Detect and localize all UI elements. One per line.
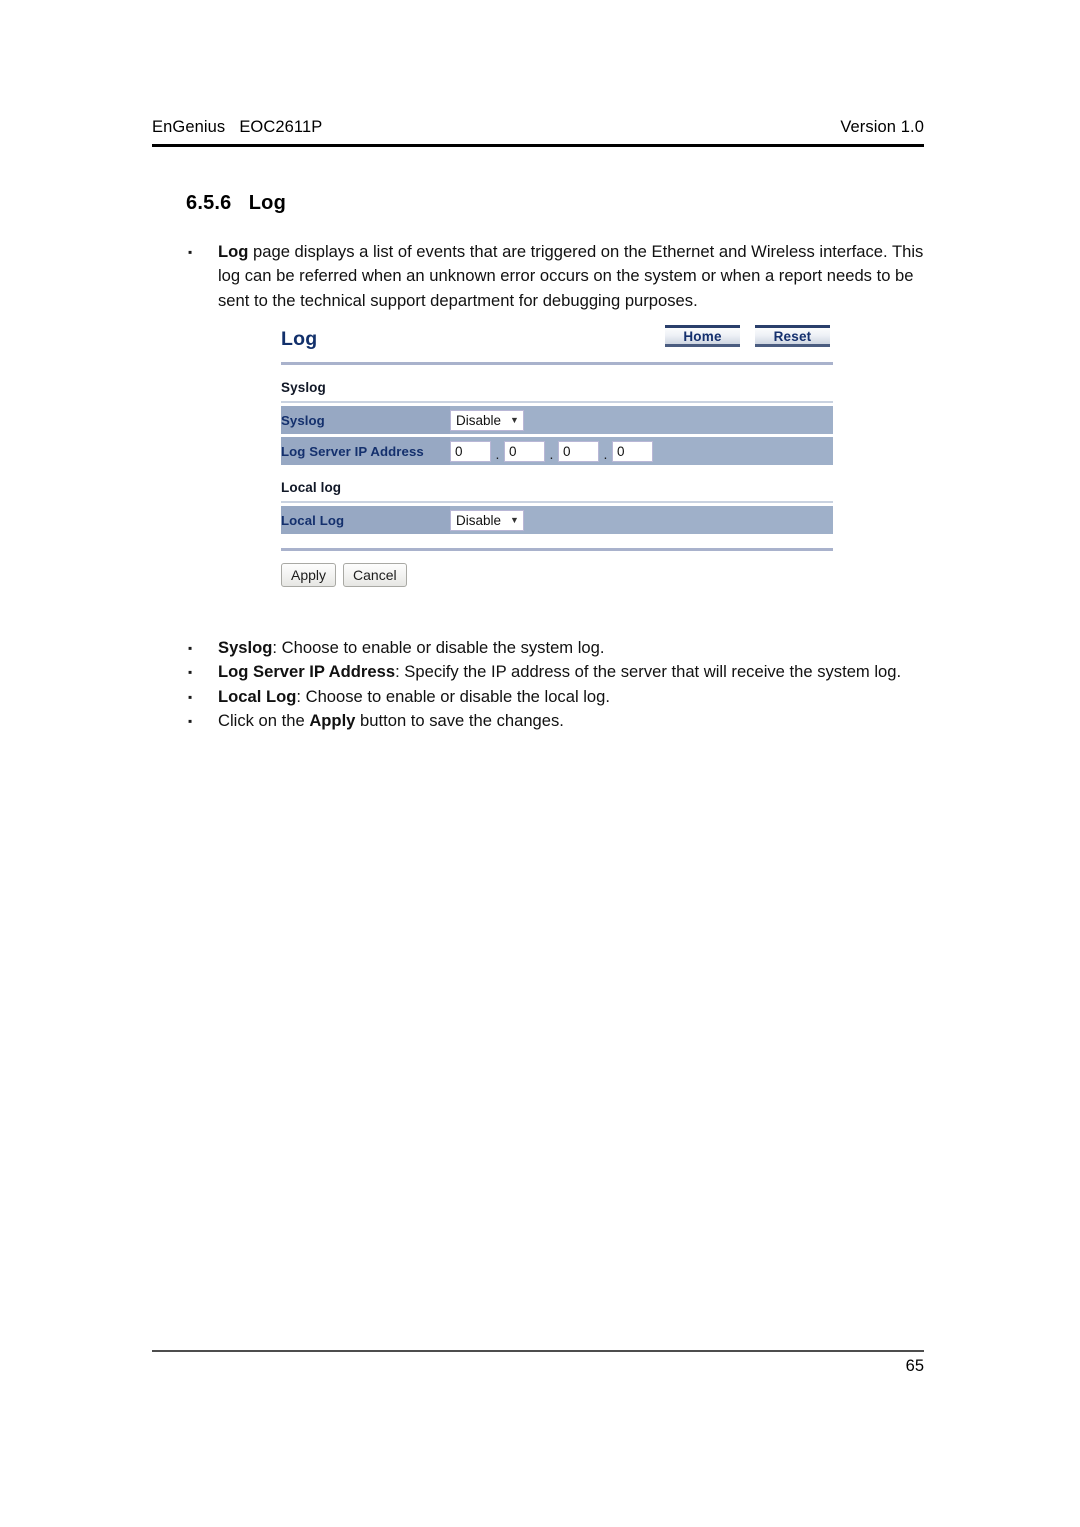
row-label-log-server-ip: Log Server IP Address <box>281 437 450 465</box>
home-button[interactable]: Home <box>665 325 740 347</box>
footer-divider <box>152 1350 924 1352</box>
group-title-local-log: Local log <box>281 480 342 495</box>
ip-octet-4-input[interactable]: 0 <box>612 440 653 462</box>
note-log-server-ip-desc: : Specify the IP address of the server t… <box>395 662 902 682</box>
ip-separator-3: . <box>603 446 608 462</box>
local-log-select[interactable]: Disable ▼ <box>450 509 524 531</box>
intro-paragraph: Log page displays a list of events that … <box>218 240 936 313</box>
syslog-select[interactable]: Disable ▼ <box>450 409 524 431</box>
row-value-syslog: Disable ▼ <box>450 406 833 434</box>
table-row: Local Log Disable ▼ <box>281 506 833 534</box>
apply-button[interactable]: Apply <box>281 563 337 587</box>
list-item: ▪ Log page displays a list of events tha… <box>188 240 936 313</box>
row-label-local-log: Local Log <box>281 506 450 534</box>
bullet-square-icon: ▪ <box>188 713 193 728</box>
ip-octet-3-input[interactable]: 0 <box>558 440 599 462</box>
document-page: EnGenius EOC2611P Version 1.0 6.5.6 Log … <box>0 0 1080 1527</box>
page-number: 65 <box>905 1357 924 1375</box>
note-apply-pre: Click on the <box>218 710 310 730</box>
bullet-square-icon: ▪ <box>188 665 193 680</box>
chevron-down-icon: ▼ <box>510 414 519 425</box>
note-apply-term: Apply <box>309 710 356 730</box>
note-apply: Click on the Apply button to save the ch… <box>218 709 936 733</box>
header-version: Version 1.0 <box>840 118 924 136</box>
ui-panel-title: Log <box>281 328 318 350</box>
ip-separator-2: . <box>549 446 554 462</box>
device-ui-screenshot: Log Home Reset Syslog Syslog Disable ▼ L… <box>281 325 833 587</box>
syslog-settings-table: Syslog Disable ▼ Log Server IP Address 0… <box>281 406 833 465</box>
row-label-syslog: Syslog <box>281 406 450 434</box>
note-local-log-desc: : Choose to enable or disable the local … <box>296 686 611 706</box>
row-value-local-log: Disable ▼ <box>450 506 833 534</box>
list-item: ▪ Syslog: Choose to enable or disable th… <box>188 636 936 660</box>
syslog-select-value: Disable <box>456 412 502 428</box>
running-header: EnGenius EOC2611P Version 1.0 <box>152 118 924 137</box>
note-syslog: Syslog: Choose to enable or disable the … <box>218 636 936 660</box>
form-footer-divider <box>281 548 833 551</box>
section-heading: 6.5.6 Log <box>186 192 287 214</box>
list-item: ▪ Log Server IP Address: Specify the IP … <box>188 660 936 684</box>
header-product: EnGenius EOC2611P <box>152 118 323 136</box>
note-syslog-desc: : Choose to enable or disable the system… <box>272 638 605 657</box>
list-item: ▪ Local Log: Choose to enable or disable… <box>188 685 936 709</box>
note-apply-desc: button to save the changes. <box>355 710 564 730</box>
form-action-buttons: Apply Cancel <box>281 563 833 587</box>
notes-bullet-list: ▪ Syslog: Choose to enable or disable th… <box>188 636 936 733</box>
ip-separator-1: . <box>495 446 500 462</box>
local-log-select-value: Disable <box>456 512 502 528</box>
local-log-settings-table: Local Log Disable ▼ <box>281 506 833 534</box>
note-local-log: Local Log: Choose to enable or disable t… <box>218 685 936 709</box>
bullet-square-icon: ▪ <box>188 245 193 259</box>
group-divider-syslog <box>281 401 833 403</box>
note-log-server-ip-term: Log Server IP Address <box>218 662 396 682</box>
group-divider-local-log <box>281 501 833 503</box>
reset-button[interactable]: Reset <box>755 325 830 347</box>
note-local-log-term: Local Log <box>218 686 297 706</box>
intro-bold-lead: Log <box>218 242 249 261</box>
note-log-server-ip: Log Server IP Address: Specify the IP ad… <box>218 660 936 684</box>
bullet-square-icon: ▪ <box>188 689 193 704</box>
header-divider <box>152 144 924 147</box>
intro-rest: page displays a list of events that are … <box>218 242 924 310</box>
bullet-square-icon: ▪ <box>188 641 193 655</box>
ip-octet-2-input[interactable]: 0 <box>504 440 545 462</box>
row-value-log-server-ip: 0 . 0 . 0 . 0 <box>450 437 833 465</box>
panel-header-divider <box>281 362 833 365</box>
chevron-down-icon: ▼ <box>510 514 519 525</box>
ip-octet-1-input[interactable]: 0 <box>450 440 491 462</box>
cancel-button[interactable]: Cancel <box>343 563 407 587</box>
table-row: Syslog Disable ▼ <box>281 406 833 434</box>
group-title-syslog: Syslog <box>281 380 326 395</box>
log-server-ip-input-group: 0 . 0 . 0 . 0 <box>450 440 833 462</box>
ui-nav-buttons: Home Reset <box>665 325 830 347</box>
note-syslog-term: Syslog <box>218 638 273 657</box>
intro-bullet-list: ▪ Log page displays a list of events tha… <box>188 240 936 313</box>
list-item: ▪ Click on the Apply button to save the … <box>188 709 936 733</box>
table-row: Log Server IP Address 0 . 0 . 0 . 0 <box>281 437 833 465</box>
ui-panel-header: Log Home Reset <box>281 325 833 361</box>
